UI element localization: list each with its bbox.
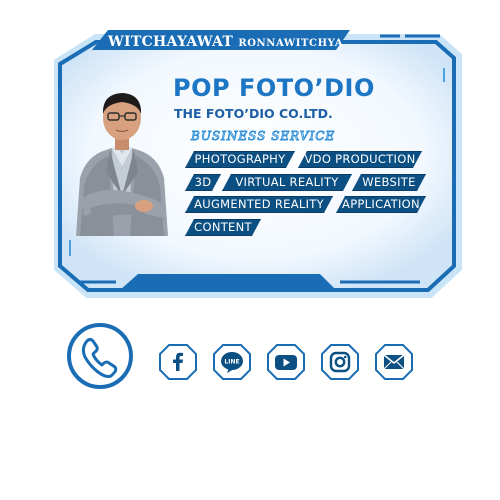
line-icon-label: LINE (224, 359, 239, 366)
company-name: THE FOTO’DIO CO.LTD. (174, 106, 333, 121)
youtube-button[interactable] (267, 344, 305, 380)
service-content: CONTENT (185, 219, 261, 236)
instagram-button[interactable] (321, 344, 359, 380)
business-card: WITCHAYAWAT RONNAWITCHYA POP FOTO’DIO TH… (0, 0, 500, 320)
line-button[interactable]: LINE (213, 344, 251, 380)
email-icon (383, 354, 405, 370)
services-title: BUSINESS SERVICE (191, 129, 336, 144)
service-photography: PHOTOGRAPHY (185, 151, 295, 168)
facebook-button[interactable] (159, 344, 197, 380)
brand-name: POP FOTO’DIO (173, 74, 375, 102)
service-augmented-reality: AUGMENTED REALITY (185, 196, 333, 213)
youtube-icon (275, 355, 297, 370)
service-website: WEBSITE (352, 174, 426, 191)
owner-name: WITCHAYAWAT RONNAWITCHYA (108, 31, 348, 53)
service-virtual-reality: VIRTUAL REALITY (222, 174, 352, 191)
service-application: APPLICATION (336, 196, 426, 213)
owner-first-name: WITCHAYAWAT (108, 34, 234, 50)
phone-button[interactable] (66, 322, 134, 390)
email-button[interactable] (375, 344, 413, 380)
owner-last-name: RONNAWITCHYA (238, 38, 344, 49)
profile-photo (76, 93, 168, 236)
service-vdo-production: VDO PRODUCTION (298, 151, 422, 168)
